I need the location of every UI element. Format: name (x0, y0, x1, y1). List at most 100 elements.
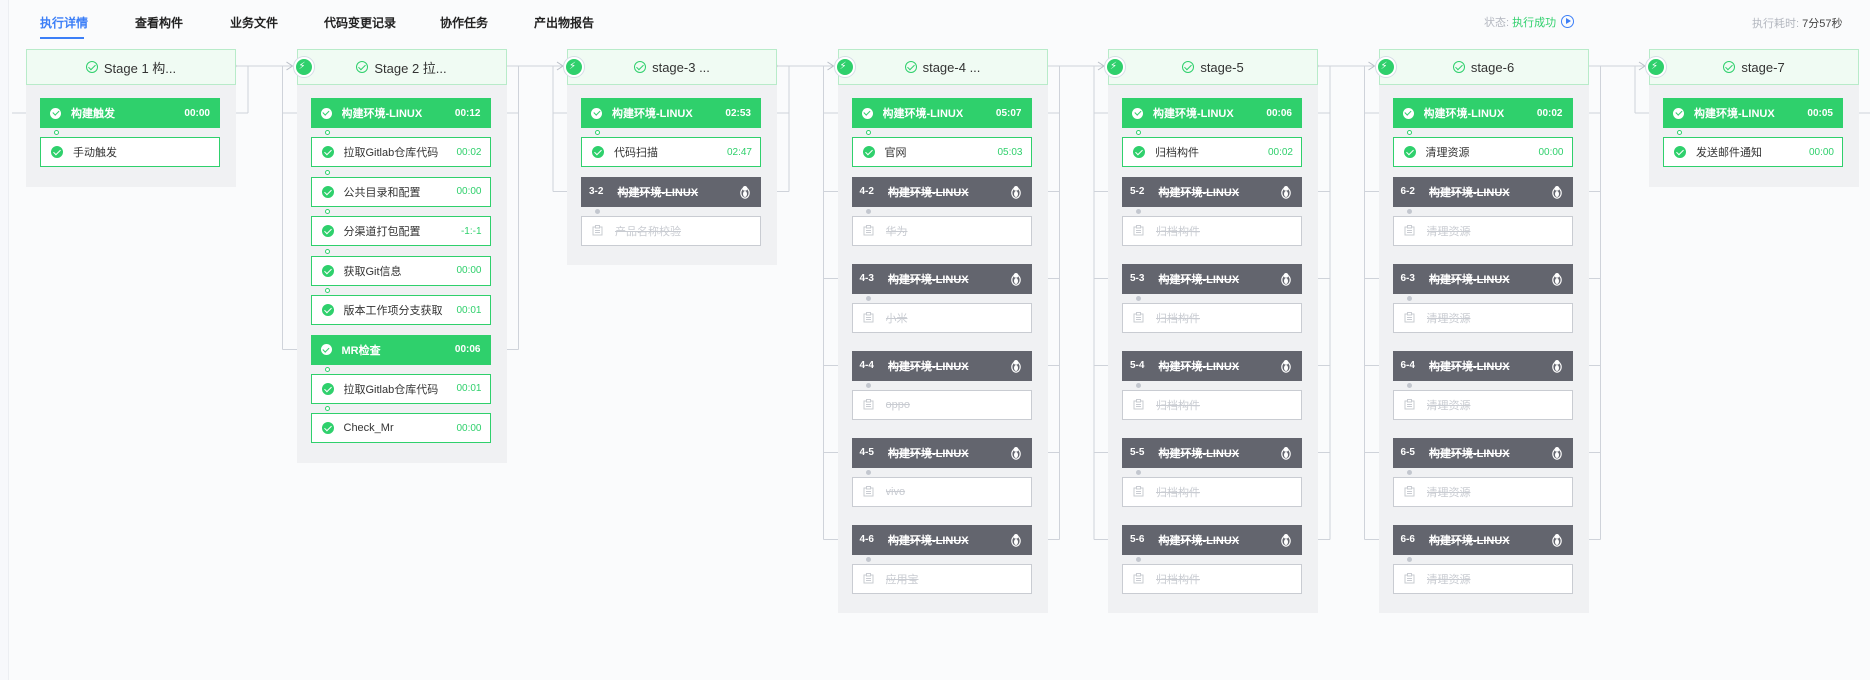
task-row[interactable]: Check_Mr 00:00 (310, 413, 491, 443)
task-row[interactable]: 应用宝 (851, 563, 1032, 594)
job-name: 构建环境-LINUX (1428, 534, 1510, 547)
connector-dot (1136, 130, 1141, 135)
connector-dot (1406, 295, 1412, 301)
task-row[interactable]: 归档构件 00:02 (1122, 137, 1302, 167)
job-header-skipped[interactable]: 5-3 构建环境-LINUX (1122, 263, 1302, 294)
job-name: 构建环境-LINUX (1158, 273, 1240, 286)
job-name: 构建环境-LINUX (887, 360, 969, 373)
job-index: 6-5 (1400, 447, 1415, 458)
connector-dot (1136, 556, 1141, 562)
job-name: MR检查 (341, 344, 381, 357)
stage-header[interactable]: stage-3 ... (567, 49, 777, 85)
job-header-skipped[interactable]: 4-5 构建环境-LINUX (851, 437, 1032, 468)
trigger-bolt-icon[interactable] (1105, 57, 1125, 77)
connector-dot (1136, 295, 1141, 301)
stage-header[interactable]: Stage 2 拉... (296, 49, 507, 85)
connector-dot (595, 208, 600, 214)
task-row[interactable]: 归档构件 (1122, 476, 1302, 507)
task-row[interactable]: 官网 05:03 (851, 137, 1032, 167)
connector-dot (1406, 208, 1412, 214)
task-row[interactable]: oppo (851, 389, 1032, 420)
task-name: 发送邮件通知 (1696, 147, 1762, 159)
trigger-bolt-icon[interactable] (564, 57, 584, 77)
job-name: 构建环境-LINUX (1158, 534, 1240, 547)
job-header-skipped[interactable]: 4-2 构建环境-LINUX (851, 176, 1032, 207)
trigger-bolt-icon[interactable] (1375, 57, 1396, 77)
job-name: 构建环境-LINUX (1158, 360, 1240, 373)
task-row[interactable]: 公共目录和配置 00:00 (310, 176, 491, 207)
job-header[interactable]: 构建环境-LINUX 05:07 (851, 98, 1032, 128)
success-check-icon (321, 422, 334, 434)
task-row[interactable]: 代码扫描 02:47 (581, 137, 761, 167)
task-row[interactable]: 版本工作项分支获取 00:01 (310, 295, 491, 325)
job-header[interactable]: 构建环境-LINUX 00:05 (1663, 98, 1843, 128)
job-header-skipped[interactable]: 3-2 构建环境-LINUX (581, 176, 761, 207)
connector-dot (324, 130, 330, 135)
job-header[interactable]: 构建环境-LINUX 00:02 (1392, 98, 1573, 128)
task-row[interactable]: 归档构件 (1122, 389, 1302, 420)
job-header-skipped[interactable]: 6-6 构建环境-LINUX (1392, 524, 1573, 555)
task-row[interactable]: 小米 (851, 302, 1032, 333)
connector-dot (865, 382, 871, 388)
connector-dot (1406, 382, 1412, 388)
job-header-skipped[interactable]: 5-4 构建环境-LINUX (1122, 350, 1302, 381)
job-header-skipped[interactable]: 5-5 构建环境-LINUX (1122, 437, 1302, 468)
job-header[interactable]: 构建环境-LINUX 00:06 (1122, 98, 1302, 128)
job-header-skipped[interactable]: 6-2 构建环境-LINUX (1392, 176, 1573, 207)
trigger-bolt-icon[interactable] (834, 57, 855, 77)
trigger-bolt-icon[interactable] (293, 57, 314, 77)
task-row[interactable]: 清理资源 00:00 (1392, 137, 1573, 167)
connector-dot (1406, 469, 1412, 475)
connector-dot (324, 169, 330, 175)
job-header-skipped[interactable]: 4-4 构建环境-LINUX (851, 350, 1032, 381)
task-row[interactable]: 归档构件 (1122, 215, 1302, 246)
task-row[interactable]: 拉取Gitlab仓库代码 00:01 (310, 373, 491, 404)
job-name: 构建环境-LINUX (1428, 273, 1510, 286)
trigger-bolt-icon[interactable] (1646, 57, 1666, 77)
task-row[interactable]: 拉取Gitlab仓库代码 00:02 (310, 137, 491, 167)
task-row[interactable]: 清理资源 (1392, 302, 1573, 333)
job-header[interactable]: 构建触发 00:00 (40, 98, 220, 128)
job-header-skipped[interactable]: 4-3 构建环境-LINUX (851, 263, 1032, 294)
task-row[interactable]: 清理资源 (1392, 563, 1573, 594)
task-name: 归档构件 (1156, 486, 1200, 499)
job-header[interactable]: 构建环境-LINUX 02:53 (581, 98, 761, 128)
stage-title: stage-7 (1741, 59, 1785, 75)
job-name: 构建环境-LINUX (887, 534, 969, 547)
job-header[interactable]: 构建环境-LINUX 00:12 (310, 98, 491, 128)
task-row[interactable]: 归档构件 (1122, 302, 1302, 333)
task-row[interactable]: 发送邮件通知 00:00 (1663, 137, 1843, 167)
job-duration: 00:00 (184, 107, 210, 119)
job-header-skipped[interactable]: 6-3 构建环境-LINUX (1392, 263, 1573, 294)
task-name: 小米 (885, 312, 908, 325)
success-check-icon (591, 107, 602, 119)
job-header-skipped[interactable]: 6-4 构建环境-LINUX (1392, 350, 1573, 381)
linux-tux-icon (1010, 359, 1022, 373)
job-header-skipped[interactable]: 6-5 构建环境-LINUX (1392, 437, 1573, 468)
task-row[interactable]: 华为 (851, 215, 1032, 246)
task-row[interactable]: 清理资源 (1392, 215, 1573, 246)
job-index: 4-5 (859, 447, 874, 458)
job-name: 构建环境-LINUX (617, 186, 699, 199)
task-row[interactable]: 清理资源 (1392, 476, 1573, 507)
task-row[interactable]: 清理资源 (1392, 389, 1573, 420)
task-row[interactable]: 归档构件 (1122, 563, 1302, 594)
task-row[interactable]: vivo (851, 476, 1032, 507)
job-header-skipped[interactable]: 5-2 构建环境-LINUX (1122, 176, 1302, 207)
stage-header[interactable]: Stage 1 构... (26, 49, 236, 85)
task-row[interactable]: 手动触发 (40, 137, 220, 167)
job-name: 构建环境-LINUX (1428, 447, 1510, 460)
stage-header[interactable]: stage-4 ... (837, 49, 1048, 85)
task-row[interactable]: 获取Git信息 00:00 (310, 255, 491, 286)
job-name: 构建环境-LINUX (887, 447, 969, 460)
job-header[interactable]: MR检查 00:06 (310, 334, 491, 365)
stage-header[interactable]: stage-7 (1649, 49, 1859, 85)
task-name: 归档构件 (1156, 225, 1200, 238)
task-row[interactable]: 产品名称校验 (581, 215, 761, 246)
task-duration: 00:01 (456, 383, 482, 394)
job-header-skipped[interactable]: 4-6 构建环境-LINUX (851, 524, 1032, 555)
job-header-skipped[interactable]: 5-6 构建环境-LINUX (1122, 524, 1302, 555)
stage-header[interactable]: stage-5 (1108, 49, 1318, 85)
task-row[interactable]: 分渠道打包配置 -1:-1 (310, 216, 491, 246)
stage-header[interactable]: stage-6 (1378, 49, 1589, 85)
